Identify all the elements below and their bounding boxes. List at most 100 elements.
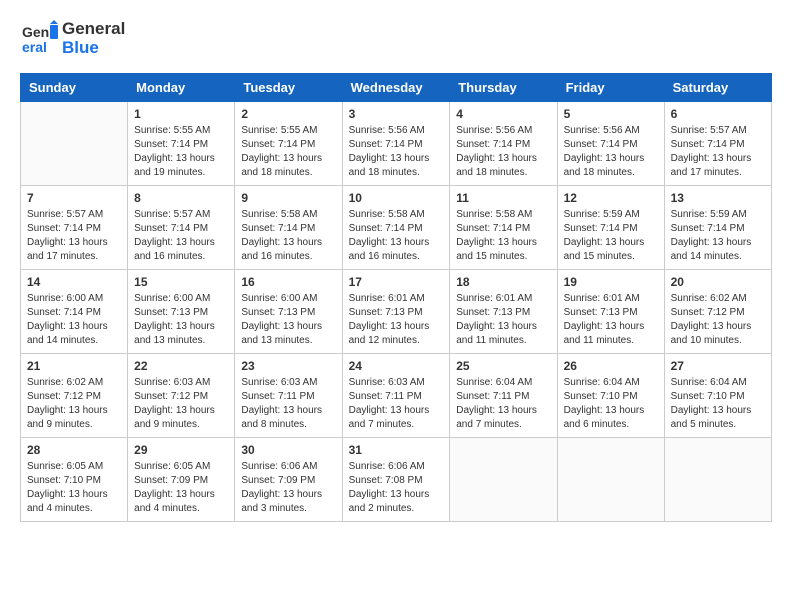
day-info: Sunrise: 6:04 AMSunset: 7:10 PMDaylight:… [564,376,658,432]
day-info: Sunrise: 5:58 AMSunset: 7:14 PMDaylight:… [241,208,335,264]
day-info: Sunrise: 5:55 AMSunset: 7:14 PMDaylight:… [241,124,335,180]
day-info: Sunrise: 6:00 AMSunset: 7:13 PMDaylight:… [241,292,335,348]
calendar-cell: 2 Sunrise: 5:55 AMSunset: 7:14 PMDaylight… [235,102,342,186]
day-number: 17 [349,275,444,289]
day-number: 31 [349,443,444,457]
day-number: 8 [134,191,228,205]
day-number: 27 [671,359,765,373]
calendar-cell: 12 Sunrise: 5:59 AMSunset: 7:14 PMDayligh… [557,186,664,270]
day-info: Sunrise: 5:59 AMSunset: 7:14 PMDaylight:… [564,208,658,264]
calendar-table: SundayMondayTuesdayWednesdayThursdayFrid… [20,73,772,522]
day-info: Sunrise: 5:57 AMSunset: 7:14 PMDaylight:… [671,124,765,180]
calendar-cell: 23 Sunrise: 6:03 AMSunset: 7:11 PMDayligh… [235,354,342,438]
day-number: 9 [241,191,335,205]
logo-general-text: General [62,19,125,38]
svg-text:Gen: Gen [22,24,49,40]
day-number: 16 [241,275,335,289]
day-info: Sunrise: 6:02 AMSunset: 7:12 PMDaylight:… [671,292,765,348]
day-number: 2 [241,107,335,121]
day-info: Sunrise: 6:03 AMSunset: 7:11 PMDaylight:… [349,376,444,432]
weekday-header: Friday [557,74,664,102]
day-number: 19 [564,275,658,289]
weekday-header: Wednesday [342,74,450,102]
day-info: Sunrise: 6:04 AMSunset: 7:11 PMDaylight:… [456,376,550,432]
day-info: Sunrise: 5:56 AMSunset: 7:14 PMDaylight:… [564,124,658,180]
logo: Gen eral General Blue [20,20,125,58]
calendar-cell: 5 Sunrise: 5:56 AMSunset: 7:14 PMDaylight… [557,102,664,186]
day-number: 14 [27,275,121,289]
day-number: 26 [564,359,658,373]
calendar-cell: 17 Sunrise: 6:01 AMSunset: 7:13 PMDayligh… [342,270,450,354]
day-info: Sunrise: 6:06 AMSunset: 7:08 PMDaylight:… [349,460,444,516]
day-number: 10 [349,191,444,205]
calendar-cell: 19 Sunrise: 6:01 AMSunset: 7:13 PMDayligh… [557,270,664,354]
calendar-cell: 14 Sunrise: 6:00 AMSunset: 7:14 PMDayligh… [21,270,128,354]
day-number: 12 [564,191,658,205]
day-info: Sunrise: 5:55 AMSunset: 7:14 PMDaylight:… [134,124,228,180]
calendar-cell: 10Sunrise: 5:58 AMSunset: 7:14 PMDayligh… [342,186,450,270]
weekday-header: Thursday [450,74,557,102]
day-number: 23 [241,359,335,373]
day-number: 5 [564,107,658,121]
day-number: 1 [134,107,228,121]
calendar-cell: 7Sunrise: 5:57 AMSunset: 7:14 PMDaylight… [21,186,128,270]
calendar-cell: 21 Sunrise: 6:02 AMSunset: 7:12 PMDayligh… [21,354,128,438]
day-info: Sunrise: 5:59 AMSunset: 7:14 PMDaylight:… [671,208,765,264]
day-info: Sunrise: 6:05 AMSunset: 7:09 PMDaylight:… [134,460,228,516]
day-number: 6 [671,107,765,121]
day-info: Sunrise: 6:05 AMSunset: 7:10 PMDaylight:… [27,460,121,516]
day-number: 18 [456,275,550,289]
calendar-cell: 1 Sunrise: 5:55 AMSunset: 7:14 PMDaylight… [128,102,235,186]
day-info: Sunrise: 5:57 AMSunset: 7:14 PMDaylight:… [134,208,228,264]
day-info: Sunrise: 6:03 AMSunset: 7:11 PMDaylight:… [241,376,335,432]
day-number: 15 [134,275,228,289]
calendar-cell: 20Sunrise: 6:02 AMSunset: 7:12 PMDayligh… [664,270,771,354]
day-info: Sunrise: 6:00 AMSunset: 7:14 PMDaylight:… [27,292,121,348]
day-info: Sunrise: 6:06 AMSunset: 7:09 PMDaylight:… [241,460,335,516]
calendar-cell: 8 Sunrise: 5:57 AMSunset: 7:14 PMDaylight… [128,186,235,270]
day-number: 22 [134,359,228,373]
day-info: Sunrise: 6:03 AMSunset: 7:12 PMDaylight:… [134,376,228,432]
weekday-header: Tuesday [235,74,342,102]
day-number: 3 [349,107,444,121]
calendar-cell [557,438,664,522]
day-number: 21 [27,359,121,373]
page-header: Gen eral General Blue [20,20,772,58]
calendar-cell [450,438,557,522]
calendar-cell: 18Sunrise: 6:01 AMSunset: 7:13 PMDayligh… [450,270,557,354]
calendar-cell: 30 Sunrise: 6:06 AMSunset: 7:09 PMDayligh… [235,438,342,522]
day-number: 13 [671,191,765,205]
day-number: 25 [456,359,550,373]
day-info: Sunrise: 6:00 AMSunset: 7:13 PMDaylight:… [134,292,228,348]
calendar-cell: 31 Sunrise: 6:06 AMSunset: 7:08 PMDayligh… [342,438,450,522]
calendar-cell: 29Sunrise: 6:05 AMSunset: 7:09 PMDayligh… [128,438,235,522]
weekday-header: Sunday [21,74,128,102]
logo-blue-text: Blue [62,38,99,57]
day-info: Sunrise: 5:56 AMSunset: 7:14 PMDaylight:… [349,124,444,180]
day-number: 24 [349,359,444,373]
day-info: Sunrise: 5:58 AMSunset: 7:14 PMDaylight:… [456,208,550,264]
calendar-cell: 11 Sunrise: 5:58 AMSunset: 7:14 PMDayligh… [450,186,557,270]
calendar-week-row: 21 Sunrise: 6:02 AMSunset: 7:12 PMDayligh… [21,354,772,438]
day-info: Sunrise: 5:56 AMSunset: 7:14 PMDaylight:… [456,124,550,180]
day-number: 7 [27,191,121,205]
day-info: Sunrise: 6:02 AMSunset: 7:12 PMDaylight:… [27,376,121,432]
day-number: 11 [456,191,550,205]
calendar-week-row: 1 Sunrise: 5:55 AMSunset: 7:14 PMDaylight… [21,102,772,186]
weekday-header: Monday [128,74,235,102]
calendar-cell: 3 Sunrise: 5:56 AMSunset: 7:14 PMDaylight… [342,102,450,186]
calendar-cell [664,438,771,522]
day-number: 4 [456,107,550,121]
calendar-cell [21,102,128,186]
calendar-week-row: 28Sunrise: 6:05 AMSunset: 7:10 PMDayligh… [21,438,772,522]
day-info: Sunrise: 6:01 AMSunset: 7:13 PMDaylight:… [349,292,444,348]
calendar-cell: 28Sunrise: 6:05 AMSunset: 7:10 PMDayligh… [21,438,128,522]
calendar-cell: 27 Sunrise: 6:04 AMSunset: 7:10 PMDayligh… [664,354,771,438]
calendar-cell: 15 Sunrise: 6:00 AMSunset: 7:13 PMDayligh… [128,270,235,354]
logo-svg: Gen eral [20,20,58,58]
day-info: Sunrise: 6:01 AMSunset: 7:13 PMDaylight:… [564,292,658,348]
calendar-cell: 24 Sunrise: 6:03 AMSunset: 7:11 PMDayligh… [342,354,450,438]
day-number: 30 [241,443,335,457]
calendar-cell: 16 Sunrise: 6:00 AMSunset: 7:13 PMDayligh… [235,270,342,354]
day-info: Sunrise: 6:04 AMSunset: 7:10 PMDaylight:… [671,376,765,432]
